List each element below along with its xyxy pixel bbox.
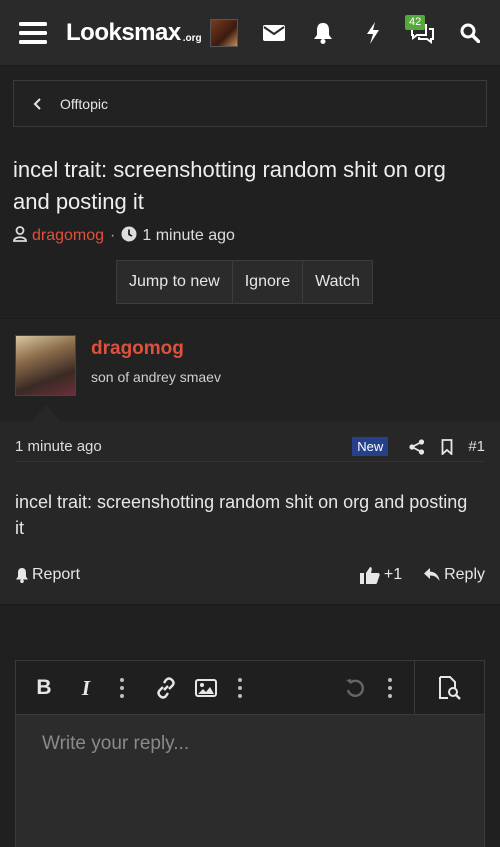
like-button[interactable]: +1 [359,566,403,584]
editor-toolbar: B I [16,661,484,715]
breadcrumb[interactable]: Offtopic [13,80,487,127]
more-insert-options-icon[interactable] [230,661,250,715]
post-number-link[interactable]: #1 [468,438,485,455]
thread-title: incel trait: screenshotting random shit … [13,157,446,214]
reply-editor: B I Write your reply... [15,660,485,847]
search-icon[interactable] [452,0,488,66]
conversation-count-badge: 42 [405,15,426,30]
report-button[interactable]: Report [15,566,360,584]
logo-brand: Looksmax [66,19,181,46]
new-badge: New [352,437,389,456]
bookmark-icon[interactable] [432,438,462,455]
breadcrumb-label: Offtopic [60,95,108,112]
reply-icon [424,568,440,581]
link-icon[interactable] [152,661,180,715]
post-user-title: son of andrey smaev [91,369,221,385]
thread-meta: dragomog · 1 minute ago [13,224,235,248]
post: dragomog son of andrey smaev 1 minute ag… [0,318,500,605]
like-count: +1 [383,566,403,583]
meta-separator: · [110,227,116,244]
reply-button[interactable]: Reply [424,566,485,584]
undo-icon[interactable] [341,661,369,715]
jump-to-new-button[interactable]: Jump to new [117,261,233,303]
user-avatar[interactable] [210,19,238,47]
post-time[interactable]: 1 minute ago [15,438,352,455]
preview-icon[interactable] [434,661,464,715]
image-icon[interactable] [192,661,220,715]
post-user-header: dragomog son of andrey smaev [0,319,500,421]
conversation-icon[interactable] [404,0,440,66]
avatar-pointer [32,405,60,421]
user-icon [13,225,27,247]
thumbs-up-icon [359,567,380,584]
post-actions: Report +1 Reply [15,562,485,588]
top-navigation-bar: Looksmax .org 42 [0,0,500,66]
reply-textarea[interactable]: Write your reply... [42,733,189,755]
toolbar-divider [414,661,415,715]
thread-action-buttons: Jump to new Ignore Watch [116,260,373,304]
chevron-left-icon [14,97,60,110]
reply-label: Reply [444,566,485,583]
post-username[interactable]: dragomog [91,338,184,360]
site-logo[interactable]: Looksmax .org [66,0,206,66]
italic-button[interactable]: I [72,661,100,715]
ignore-button[interactable]: Ignore [233,261,304,303]
menu-icon[interactable] [14,0,52,66]
more-text-options-icon[interactable] [112,661,132,715]
bold-button[interactable]: B [30,661,58,715]
post-body: incel trait: screenshotting random shit … [15,492,468,538]
share-icon[interactable] [402,438,432,455]
bell-icon[interactable] [305,0,341,66]
watch-button[interactable]: Watch [303,261,372,303]
post-meta: 1 minute ago New #1 [15,432,485,462]
post-avatar[interactable] [15,335,76,396]
mail-icon[interactable] [256,0,292,66]
report-label: Report [32,566,81,583]
thread-author-link[interactable]: dragomog [32,227,104,245]
clock-icon [121,226,137,247]
bell-icon [16,568,28,583]
logo-tld: .org [182,32,202,44]
bolt-icon[interactable] [355,0,391,66]
more-options-icon[interactable] [380,661,400,715]
thread-time: 1 minute ago [142,227,235,244]
